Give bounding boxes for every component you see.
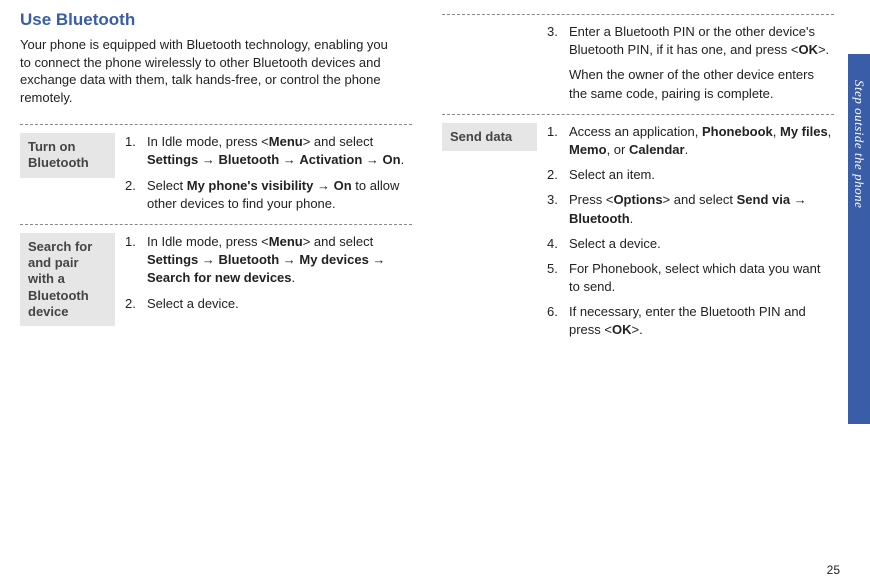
steps-search-cont: 3. Enter a Bluetooth PIN or the other de… [442, 23, 834, 103]
section-turn-on: Turn on Bluetooth 1. In Idle mode, press… [20, 124, 412, 220]
step-number: 3. [547, 23, 569, 103]
step-number: 3. [547, 191, 569, 227]
step: 6. If necessary, enter the Bluetooth PIN… [547, 303, 834, 339]
step: 2. Select a device. [125, 295, 412, 313]
steps-send-data: 1. Access an application, Phonebook, My … [547, 123, 834, 347]
right-column: 3. Enter a Bluetooth PIN or the other de… [442, 10, 850, 575]
page-heading: Use Bluetooth [20, 10, 412, 30]
step-text: In Idle mode, press <Menu> and select Se… [147, 233, 412, 288]
step: 5. For Phonebook, select which data you … [547, 260, 834, 296]
step-text: Enter a Bluetooth PIN or the other devic… [569, 23, 834, 103]
step-text: If necessary, enter the Bluetooth PIN an… [569, 303, 834, 339]
page-number: 25 [827, 563, 840, 577]
step-text: For Phonebook, select which data you wan… [569, 260, 834, 296]
section-search: Search for and pair with a Bluetooth dev… [20, 224, 412, 326]
label-send-data: Send data [442, 123, 537, 151]
section-search-continued: 3. Enter a Bluetooth PIN or the other de… [442, 14, 834, 110]
step: 1. In Idle mode, press <Menu> and select… [125, 133, 412, 169]
step-text: Select an item. [569, 166, 834, 184]
step: 1. Access an application, Phonebook, My … [547, 123, 834, 159]
step-text: Select My phone's visibility → On to all… [147, 177, 412, 213]
step-number: 4. [547, 235, 569, 253]
step-number: 2. [125, 177, 147, 213]
steps-turn-on: 1. In Idle mode, press <Menu> and select… [125, 133, 412, 220]
step-number: 6. [547, 303, 569, 339]
step-text: Select a device. [569, 235, 834, 253]
step: 2. Select My phone's visibility → On to … [125, 177, 412, 213]
step: 1. In Idle mode, press <Menu> and select… [125, 233, 412, 288]
label-search: Search for and pair with a Bluetooth dev… [20, 233, 115, 326]
section-send-data: Send data 1. Access an application, Phon… [442, 114, 834, 347]
step: 4. Select a device. [547, 235, 834, 253]
step-text: In Idle mode, press <Menu> and select Se… [147, 133, 412, 169]
steps-search: 1. In Idle mode, press <Menu> and select… [125, 233, 412, 320]
side-tab-label: Step outside the phone [848, 70, 870, 270]
step-number: 2. [547, 166, 569, 184]
step-text: Select a device. [147, 295, 412, 313]
step-text: Press <Options> and select Send via → Bl… [569, 191, 834, 227]
step-number: 2. [125, 295, 147, 313]
step-text: Access an application, Phonebook, My fil… [569, 123, 834, 159]
step: 2. Select an item. [547, 166, 834, 184]
step-number: 1. [547, 123, 569, 159]
step-extra: When the owner of the other device enter… [569, 66, 834, 102]
step: 3. Press <Options> and select Send via →… [547, 191, 834, 227]
step-number: 1. [125, 233, 147, 288]
step-number: 1. [125, 133, 147, 169]
step-number: 5. [547, 260, 569, 296]
intro-paragraph: Your phone is equipped with Bluetooth te… [20, 36, 400, 106]
step: 3. Enter a Bluetooth PIN or the other de… [547, 23, 834, 103]
label-turn-on: Turn on Bluetooth [20, 133, 115, 178]
left-column: Use Bluetooth Your phone is equipped wit… [20, 10, 412, 575]
page-content: Use Bluetooth Your phone is equipped wit… [0, 0, 870, 585]
